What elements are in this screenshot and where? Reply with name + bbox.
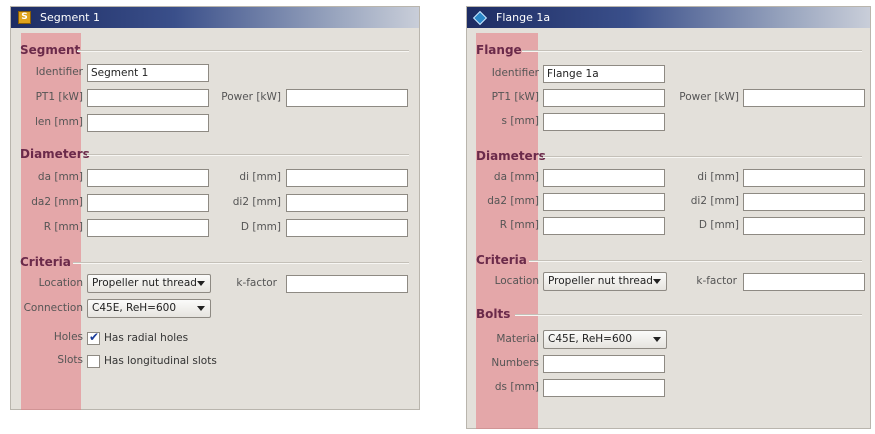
power-label: Power [kW] xyxy=(679,91,739,103)
connection-value: C45E, ReH=600 xyxy=(92,302,177,314)
pt1-label: PT1 [kW] xyxy=(35,91,83,103)
len-label: len [mm] xyxy=(34,116,83,128)
holes-checkbox-label[interactable]: Has radial holes xyxy=(104,332,188,345)
da2-input[interactable] xyxy=(543,193,665,211)
d-label: D [mm] xyxy=(698,219,739,231)
section-divider xyxy=(529,260,862,262)
segment-icon: S xyxy=(18,11,31,24)
s-input[interactable] xyxy=(543,113,665,131)
identifier-input[interactable]: Flange 1a xyxy=(543,65,665,83)
material-select[interactable]: C45E, ReH=600 xyxy=(543,330,667,349)
flange-dialog: Flange 1a Flange Identifier Flange 1a PT… xyxy=(466,6,871,429)
chevron-down-icon xyxy=(197,306,205,311)
da-input[interactable] xyxy=(543,169,665,187)
len-input[interactable] xyxy=(87,114,209,132)
da-input[interactable] xyxy=(87,169,209,187)
identifier-label: Identifier xyxy=(491,67,539,79)
r-input[interactable] xyxy=(87,219,209,237)
section-title-bolts: Bolts xyxy=(476,307,511,321)
slots-checkbox[interactable] xyxy=(87,355,100,368)
kfactor-input[interactable] xyxy=(286,275,408,293)
material-label: Material xyxy=(496,333,539,345)
d-input[interactable] xyxy=(743,217,865,235)
r-input[interactable] xyxy=(543,217,665,235)
window-title: Flange 1a xyxy=(496,11,551,24)
di2-input[interactable] xyxy=(286,194,408,212)
da2-label: da2 [mm] xyxy=(31,196,83,208)
di2-label: di2 [mm] xyxy=(690,195,739,207)
window-title: Segment 1 xyxy=(40,11,100,24)
slots-checkbox-label[interactable]: Has longitudinal slots xyxy=(104,355,217,368)
identifier-label: Identifier xyxy=(35,66,83,78)
di2-input[interactable] xyxy=(743,193,865,211)
pt1-input[interactable] xyxy=(87,89,209,107)
ds-label: ds [mm] xyxy=(494,381,539,393)
power-label: Power [kW] xyxy=(221,91,281,103)
section-divider xyxy=(73,262,409,264)
da2-label: da2 [mm] xyxy=(487,195,539,207)
pt1-input[interactable] xyxy=(543,89,665,107)
section-title-diameters: Diameters xyxy=(20,147,90,161)
power-input[interactable] xyxy=(743,89,865,107)
da-label: da [mm] xyxy=(493,171,539,183)
pt1-label: PT1 [kW] xyxy=(491,91,539,103)
chevron-down-icon xyxy=(197,281,205,286)
ds-input[interactable] xyxy=(543,379,665,397)
section-title-flange: Flange xyxy=(476,43,522,57)
checkmark-icon: ✔ xyxy=(89,330,100,344)
kfactor-input[interactable] xyxy=(743,273,865,291)
r-label: R [mm] xyxy=(499,219,539,231)
di-input[interactable] xyxy=(743,169,865,187)
flange-title-bar[interactable]: Flange 1a xyxy=(467,7,870,28)
kfactor-label: k-factor xyxy=(696,275,737,287)
section-divider xyxy=(522,50,862,52)
r-label: R [mm] xyxy=(43,221,83,233)
connection-select[interactable]: C45E, ReH=600 xyxy=(87,299,211,318)
material-value: C45E, ReH=600 xyxy=(548,333,633,345)
location-value: Propeller nut thread xyxy=(548,275,653,287)
section-title-criteria: Criteria xyxy=(476,253,527,267)
location-label: Location xyxy=(38,277,83,289)
numbers-label: Numbers xyxy=(491,357,539,369)
holes-label: Holes xyxy=(53,331,83,343)
d-input[interactable] xyxy=(286,219,408,237)
section-title-criteria: Criteria xyxy=(20,255,71,269)
s-label: s [mm] xyxy=(501,115,539,127)
di-label: di [mm] xyxy=(697,171,739,183)
chevron-down-icon xyxy=(653,337,661,342)
d-label: D [mm] xyxy=(240,221,281,233)
di2-label: di2 [mm] xyxy=(232,196,281,208)
numbers-input[interactable] xyxy=(543,355,665,373)
section-title-diameters: Diameters xyxy=(476,149,546,163)
section-divider xyxy=(543,156,862,158)
segment-title-bar[interactable]: S Segment 1 xyxy=(11,7,419,28)
location-label: Location xyxy=(494,275,539,287)
segment-dialog: S Segment 1 Segment Identifier Segment 1… xyxy=(10,6,420,410)
section-divider xyxy=(515,314,862,316)
da2-input[interactable] xyxy=(87,194,209,212)
identifier-input[interactable]: Segment 1 xyxy=(87,64,209,82)
section-title-segment: Segment xyxy=(20,43,81,57)
flange-diamond-icon xyxy=(472,10,488,26)
location-value: Propeller nut thread xyxy=(92,277,197,289)
power-input[interactable] xyxy=(286,89,408,107)
slots-label: Slots xyxy=(57,354,83,366)
chevron-down-icon xyxy=(653,279,661,284)
section-divider xyxy=(87,154,409,156)
section-divider xyxy=(77,50,409,52)
location-select[interactable]: Propeller nut thread xyxy=(543,272,667,291)
holes-checkbox[interactable]: ✔ xyxy=(87,330,100,345)
di-label: di [mm] xyxy=(239,171,281,183)
kfactor-label: k-factor xyxy=(236,277,277,289)
di-input[interactable] xyxy=(286,169,408,187)
da-label: da [mm] xyxy=(37,171,83,183)
location-select[interactable]: Propeller nut thread xyxy=(87,274,211,293)
connection-label: Connection xyxy=(23,302,83,314)
